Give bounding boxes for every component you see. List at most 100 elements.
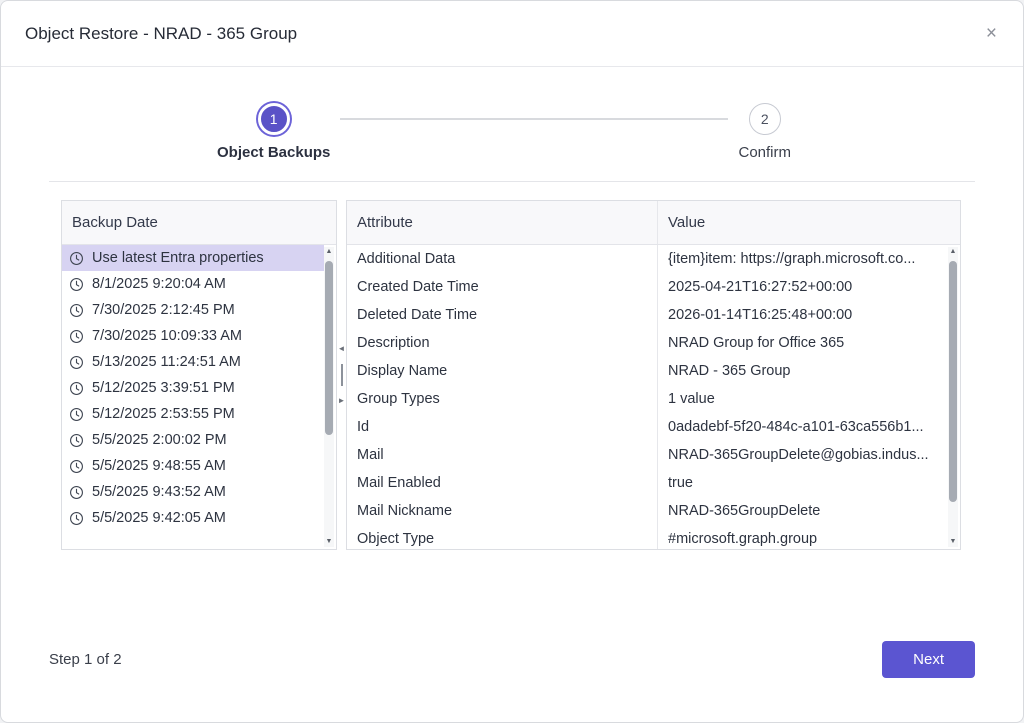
table-row: Object Type #microsoft.graph.group: [347, 525, 948, 549]
attribute-cell: Group Types: [347, 391, 657, 407]
dialog-header: Object Restore - NRAD - 365 Group ×: [1, 1, 1023, 67]
list-item[interactable]: 7/30/2025 2:12:45 PM: [62, 297, 324, 323]
table-row: Id 0adadebf-5f20-484c-a101-63ca556b1...: [347, 413, 948, 441]
list-item[interactable]: 5/5/2025 9:42:05 AM: [62, 505, 324, 531]
attribute-column-header: Attribute: [347, 214, 657, 231]
table-row: Group Types 1 value: [347, 385, 948, 413]
value-cell: 0adadebf-5f20-484c-a101-63ca556b1...: [657, 413, 948, 441]
table-row: Created Date Time 2025-04-21T16:27:52+00…: [347, 273, 948, 301]
list-item-label: 5/12/2025 2:53:55 PM: [92, 406, 235, 422]
next-button[interactable]: Next: [882, 641, 975, 678]
stepper-divider: [49, 181, 975, 182]
attribute-cell: Deleted Date Time: [347, 307, 657, 323]
table-row: Additional Data {item}item: https://grap…: [347, 245, 948, 273]
list-item-label: 7/30/2025 2:12:45 PM: [92, 302, 235, 318]
list-item-label: 5/5/2025 2:00:02 PM: [92, 432, 227, 448]
clock-icon: [69, 407, 84, 422]
list-item-label: 5/5/2025 9:42:05 AM: [92, 510, 226, 526]
value-cell: NRAD Group for Office 365: [657, 329, 948, 357]
value-cell: #microsoft.graph.group: [657, 525, 948, 549]
backup-date-header-label: Backup Date: [62, 214, 168, 231]
value-cell: NRAD - 365 Group: [657, 357, 948, 385]
list-item[interactable]: 8/1/2025 9:20:04 AM: [62, 271, 324, 297]
attribute-cell: Additional Data: [347, 251, 657, 267]
list-item-label: 7/30/2025 10:09:33 AM: [92, 328, 242, 344]
wizard-stepper: 1 Object Backups 2 Confirm: [1, 103, 1023, 161]
scroll-down-icon[interactable]: ▼: [326, 537, 333, 547]
step-2-circle: 2: [749, 103, 781, 135]
value-cell: 1 value: [657, 385, 948, 413]
value-cell: NRAD-365GroupDelete: [657, 497, 948, 525]
backup-date-list: Use latest Entra properties 8/1/2025 9:2…: [62, 245, 336, 549]
step-1-label: Object Backups: [217, 144, 330, 161]
scrollbar-thumb[interactable]: [949, 261, 957, 502]
clock-icon: [69, 355, 84, 370]
clock-icon: [69, 511, 84, 526]
attribute-cell: Mail Enabled: [347, 475, 657, 491]
attributes-scrollbar[interactable]: ▲ ▼: [948, 247, 958, 547]
splitter-handle-icon[interactable]: [341, 364, 343, 386]
list-item[interactable]: 5/12/2025 2:53:55 PM: [62, 401, 324, 427]
object-restore-dialog: Object Restore - NRAD - 365 Group × 1 Ob…: [0, 0, 1024, 723]
list-item-label: 5/12/2025 3:39:51 PM: [92, 380, 235, 396]
table-row: Mail Nickname NRAD-365GroupDelete: [347, 497, 948, 525]
list-item-label: 8/1/2025 9:20:04 AM: [92, 276, 226, 292]
value-cell: 2025-04-21T16:27:52+00:00: [657, 273, 948, 301]
clock-icon: [69, 251, 84, 266]
close-icon[interactable]: ×: [986, 24, 997, 43]
scroll-up-icon[interactable]: ▲: [950, 247, 957, 257]
attributes-table-body: Additional Data {item}item: https://grap…: [347, 245, 960, 549]
value-cell: NRAD-365GroupDelete@gobias.indus...: [657, 441, 948, 469]
list-item[interactable]: 5/5/2025 9:43:52 AM: [62, 479, 324, 505]
step-object-backups[interactable]: 1 Object Backups: [217, 103, 330, 161]
clock-icon: [69, 329, 84, 344]
backup-date-panel: Backup Date Use latest Entra properties …: [61, 200, 337, 550]
clock-icon: [69, 459, 84, 474]
scrollbar-thumb[interactable]: [325, 261, 333, 435]
content-panels: Backup Date Use latest Entra properties …: [61, 200, 961, 550]
list-item[interactable]: 5/12/2025 3:39:51 PM: [62, 375, 324, 401]
value-cell: {item}item: https://graph.microsoft.co..…: [657, 245, 948, 273]
attribute-cell: Mail: [347, 447, 657, 463]
collapse-right-icon[interactable]: ►: [338, 397, 346, 405]
clock-icon: [69, 381, 84, 396]
attribute-cell: Id: [347, 419, 657, 435]
scroll-up-icon[interactable]: ▲: [326, 247, 333, 257]
attribute-cell: Object Type: [347, 531, 657, 547]
table-row: Mail NRAD-365GroupDelete@gobias.indus...: [347, 441, 948, 469]
table-row: Mail Enabled true: [347, 469, 948, 497]
step-confirm[interactable]: 2 Confirm: [738, 103, 791, 161]
attribute-cell: Created Date Time: [347, 279, 657, 295]
backup-date-header: Backup Date: [62, 201, 336, 245]
list-item-label: Use latest Entra properties: [92, 250, 264, 266]
attributes-panel: Attribute Value Additional Data {item}it…: [346, 200, 961, 550]
attribute-cell: Mail Nickname: [347, 503, 657, 519]
value-cell: true: [657, 469, 948, 497]
clock-icon: [69, 433, 84, 448]
scrollbar-track[interactable]: [949, 257, 957, 537]
value-cell: 2026-01-14T16:25:48+00:00: [657, 301, 948, 329]
list-item[interactable]: Use latest Entra properties: [62, 245, 324, 271]
dialog-footer: Step 1 of 2 Next: [49, 641, 975, 678]
scrollbar-track[interactable]: [325, 257, 333, 537]
table-row: Description NRAD Group for Office 365: [347, 329, 948, 357]
stepper-connector: [340, 118, 728, 120]
clock-icon: [69, 277, 84, 292]
attributes-table-header: Attribute Value: [347, 201, 960, 245]
list-item[interactable]: 5/5/2025 9:48:55 AM: [62, 453, 324, 479]
attribute-cell: Description: [347, 335, 657, 351]
table-row: Display Name NRAD - 365 Group: [347, 357, 948, 385]
list-item-label: 5/13/2025 11:24:51 AM: [92, 354, 241, 370]
value-column-header: Value: [657, 201, 960, 244]
list-item[interactable]: 5/5/2025 2:00:02 PM: [62, 427, 324, 453]
step-2-label: Confirm: [738, 144, 791, 161]
list-item-label: 5/5/2025 9:43:52 AM: [92, 484, 226, 500]
list-item[interactable]: 7/30/2025 10:09:33 AM: [62, 323, 324, 349]
collapse-left-icon[interactable]: ◄: [338, 345, 346, 353]
list-item[interactable]: 5/13/2025 11:24:51 AM: [62, 349, 324, 375]
step-1-circle: 1: [258, 103, 290, 135]
panel-splitter[interactable]: ◄ ►: [337, 200, 346, 550]
backup-list-scrollbar[interactable]: ▲ ▼: [324, 247, 334, 547]
attribute-cell: Display Name: [347, 363, 657, 379]
scroll-down-icon[interactable]: ▼: [950, 537, 957, 547]
